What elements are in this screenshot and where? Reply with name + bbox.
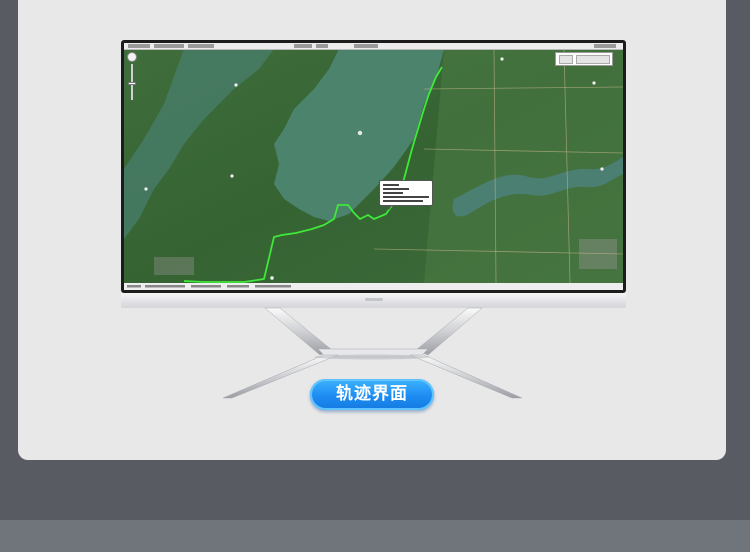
zoom-slider-icon[interactable] bbox=[127, 52, 137, 102]
toolbar-item[interactable] bbox=[154, 44, 184, 48]
brand-logo bbox=[365, 298, 383, 301]
all-in-one-monitor bbox=[121, 40, 626, 308]
map-pin-icon bbox=[357, 130, 363, 136]
monitor-screen bbox=[124, 43, 623, 290]
bottom-band bbox=[0, 520, 750, 552]
map-pin-icon bbox=[234, 83, 238, 87]
map-pin-icon bbox=[600, 167, 604, 171]
track-interface-badge: 轨迹界面 bbox=[310, 379, 434, 410]
map-pin-icon bbox=[144, 187, 148, 191]
monitor-bezel bbox=[121, 40, 626, 293]
map-toolbar bbox=[124, 43, 623, 50]
popup-pointer bbox=[386, 205, 392, 210]
toolbar-item[interactable] bbox=[354, 44, 378, 48]
vehicle-info-popup bbox=[379, 180, 433, 206]
toolbar-item[interactable] bbox=[594, 44, 616, 48]
pan-control[interactable] bbox=[127, 52, 137, 62]
map-pin-icon bbox=[500, 57, 504, 61]
map-type-option[interactable] bbox=[576, 55, 610, 64]
map-pin-icon bbox=[592, 81, 596, 85]
map-status-bar bbox=[124, 283, 623, 290]
toolbar-item[interactable] bbox=[316, 44, 328, 48]
flag-icon bbox=[269, 275, 275, 281]
toolbar-item[interactable] bbox=[294, 44, 312, 48]
map-pin-icon bbox=[230, 174, 234, 178]
map-type-option[interactable] bbox=[559, 55, 573, 64]
toolbar-item[interactable] bbox=[188, 44, 214, 48]
toolbar-item[interactable] bbox=[128, 44, 150, 48]
satellite-map[interactable] bbox=[124, 49, 623, 283]
map-type-switcher[interactable] bbox=[555, 52, 613, 66]
zoom-thumb[interactable] bbox=[128, 82, 136, 85]
